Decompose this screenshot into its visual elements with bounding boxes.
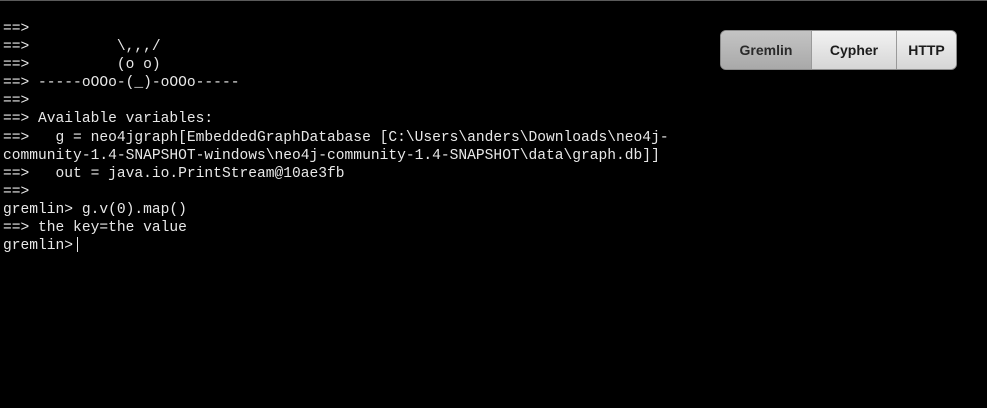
console-line: ==> <box>3 93 30 110</box>
console-area[interactable]: ==> ==> \,,,/==> (o o) ==> -----oOOo-(_)-o… <box>0 0 987 408</box>
console-line: gremlin> g.v(0).map() <box>3 201 187 218</box>
mode-switch: Gremlin Cypher HTTP <box>720 30 957 70</box>
text-cursor <box>77 237 79 253</box>
console-line: ==> \,,,/ <box>3 39 161 56</box>
console-line: ==> Available variables: <box>3 111 214 128</box>
console-line: ==> <box>3 183 30 200</box>
tab-gremlin[interactable]: Gremlin <box>721 31 812 69</box>
command-input-line[interactable]: gremlin> <box>3 237 669 255</box>
console-output: ==> ==> \,,,/==> (o o) ==> -----oOOo-(_)-o… <box>3 20 669 255</box>
console-line: ==> -----oOOo-(_)-oOOo----- <box>3 75 240 92</box>
console-line: ==> <box>3 21 30 37</box>
tab-cypher[interactable]: Cypher <box>812 31 897 69</box>
tab-http[interactable]: HTTP <box>897 31 956 69</box>
console-line: ==> (o o) <box>3 57 161 74</box>
console-line: ==> out = java.io.PrintStream@10ae3fb <box>3 165 345 182</box>
prompt-label: gremlin> <box>3 238 74 255</box>
console-line: ==> the key=the value <box>3 220 187 237</box>
console-line: community-1.4-SNAPSHOT-windows\neo4j-com… <box>3 147 660 164</box>
console-line: ==> g = neo4jgraph[EmbeddedGraphDatabase… <box>3 129 669 146</box>
